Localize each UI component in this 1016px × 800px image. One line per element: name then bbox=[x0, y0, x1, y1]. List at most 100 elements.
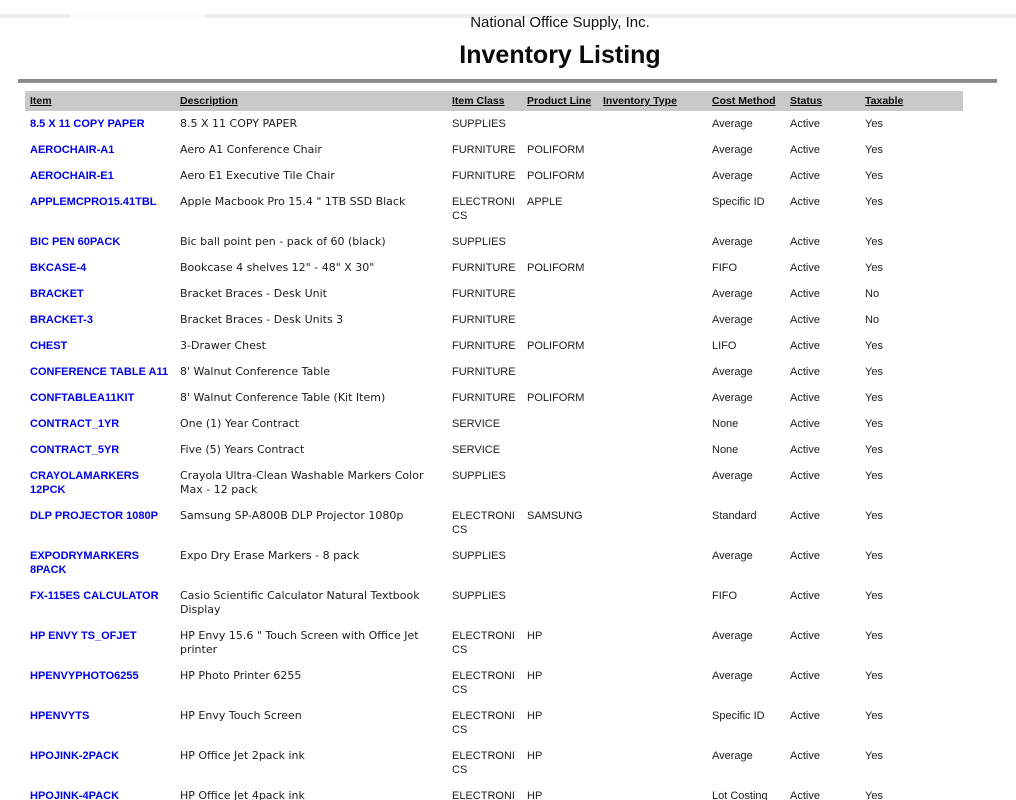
item-class-cell: SUPPLIES bbox=[452, 111, 527, 137]
column-header-item-class[interactable]: Item Class bbox=[452, 91, 527, 111]
table-row: EXPODRYMARKERS 8PACKExpo Dry Erase Marke… bbox=[25, 543, 963, 583]
item-cell[interactable]: CONTRACT_1YR bbox=[25, 411, 180, 437]
item-cell[interactable]: HP ENVY TS_OFJET bbox=[25, 623, 180, 663]
description-cell: Aero A1 Conference Chair bbox=[180, 137, 452, 163]
cost-method-cell: FIFO bbox=[712, 255, 790, 281]
product-line-cell: HP bbox=[527, 623, 603, 663]
product-line-cell: POLIFORM bbox=[527, 255, 603, 281]
item-cell[interactable]: HPENVYTS bbox=[25, 703, 180, 743]
table-row: HPENVYTSHP Envy Touch ScreenELECTRONICSH… bbox=[25, 703, 963, 743]
table-row: AEROCHAIR-E1Aero E1 Executive Tile Chair… bbox=[25, 163, 963, 189]
product-line-cell: POLIFORM bbox=[527, 137, 603, 163]
item-class-cell: FURNITURE bbox=[452, 385, 527, 411]
status-cell: Active bbox=[790, 411, 865, 437]
table-row: BRACKET-3Bracket Braces - Desk Units 3FU… bbox=[25, 307, 963, 333]
inventory-type-cell bbox=[603, 281, 712, 307]
status-cell: Active bbox=[790, 307, 865, 333]
item-class-cell: SERVICE bbox=[452, 411, 527, 437]
column-header-taxable[interactable]: Taxable bbox=[865, 91, 963, 111]
inventory-type-cell bbox=[603, 111, 712, 137]
title-divider bbox=[18, 79, 997, 83]
inventory-type-cell bbox=[603, 255, 712, 281]
status-cell: Active bbox=[790, 543, 865, 583]
cost-method-cell: None bbox=[712, 411, 790, 437]
description-cell: Bracket Braces - Desk Unit bbox=[180, 281, 452, 307]
table-row: BRACKETBracket Braces - Desk UnitFURNITU… bbox=[25, 281, 963, 307]
inventory-table-body: 8.5 X 11 COPY PAPER8.5 X 11 COPY PAPERSU… bbox=[25, 111, 963, 800]
description-cell: HP Office Jet 4pack ink bbox=[180, 783, 452, 800]
cost-method-cell: Average bbox=[712, 229, 790, 255]
description-cell: Apple Macbook Pro 15.4 " 1TB SSD Black bbox=[180, 189, 452, 229]
cost-method-cell: Average bbox=[712, 359, 790, 385]
cost-method-cell: Average bbox=[712, 623, 790, 663]
item-class-cell: SUPPLIES bbox=[452, 463, 527, 503]
item-cell[interactable]: CONFTABLEA11KIT bbox=[25, 385, 180, 411]
taxable-cell: Yes bbox=[865, 255, 963, 281]
description-cell: HP Office Jet 2pack ink bbox=[180, 743, 452, 783]
taxable-cell: Yes bbox=[865, 437, 963, 463]
cost-method-cell: Specific ID bbox=[712, 189, 790, 229]
column-header-cost-method[interactable]: Cost Method bbox=[712, 91, 790, 111]
cost-method-cell: Average bbox=[712, 307, 790, 333]
taxable-cell: Yes bbox=[865, 583, 963, 623]
item-cell[interactable]: CRAYOLAMARKERS 12PCK bbox=[25, 463, 180, 503]
item-cell[interactable]: FX-115ES CALCULATOR bbox=[25, 583, 180, 623]
item-cell[interactable]: AEROCHAIR-E1 bbox=[25, 163, 180, 189]
taxable-cell: Yes bbox=[865, 623, 963, 663]
item-cell[interactable]: HPOJINK-4PACK bbox=[25, 783, 180, 800]
product-line-cell bbox=[527, 229, 603, 255]
item-cell[interactable]: HPENVYPHOTO6255 bbox=[25, 663, 180, 703]
product-line-cell: POLIFORM bbox=[527, 163, 603, 189]
item-cell[interactable]: BRACKET bbox=[25, 281, 180, 307]
item-cell[interactable]: EXPODRYMARKERS 8PACK bbox=[25, 543, 180, 583]
item-cell[interactable]: AEROCHAIR-A1 bbox=[25, 137, 180, 163]
table-row: HPENVYPHOTO6255HP Photo Printer 6255ELEC… bbox=[25, 663, 963, 703]
product-line-cell bbox=[527, 411, 603, 437]
taxable-cell: Yes bbox=[865, 543, 963, 583]
description-cell: 3-Drawer Chest bbox=[180, 333, 452, 359]
item-cell[interactable]: CHEST bbox=[25, 333, 180, 359]
inventory-table: Item Description Item Class Product Line… bbox=[25, 91, 963, 800]
item-class-cell: FURNITURE bbox=[452, 333, 527, 359]
item-cell[interactable]: BIC PEN 60PACK bbox=[25, 229, 180, 255]
description-cell: HP Envy 15.6 " Touch Screen with Office … bbox=[180, 623, 452, 663]
item-class-cell: ELECTRONICS bbox=[452, 663, 527, 703]
inventory-type-cell bbox=[603, 463, 712, 503]
column-header-product-line[interactable]: Product Line bbox=[527, 91, 603, 111]
column-header-inventory-type[interactable]: Inventory Type bbox=[603, 91, 712, 111]
item-class-cell: ELECTRONICS bbox=[452, 623, 527, 663]
item-cell[interactable]: DLP PROJECTOR 1080P bbox=[25, 503, 180, 543]
cost-method-cell: Average bbox=[712, 463, 790, 503]
item-cell[interactable]: APPLEMCPRO15.41TBL bbox=[25, 189, 180, 229]
taxable-cell: Yes bbox=[865, 783, 963, 800]
inventory-type-cell bbox=[603, 229, 712, 255]
item-cell[interactable]: BRACKET-3 bbox=[25, 307, 180, 333]
inventory-type-cell bbox=[603, 703, 712, 743]
item-class-cell: FURNITURE bbox=[452, 359, 527, 385]
table-row: DLP PROJECTOR 1080PSamsung SP-A800B DLP … bbox=[25, 503, 963, 543]
product-line-cell: POLIFORM bbox=[527, 385, 603, 411]
description-cell: One (1) Year Contract bbox=[180, 411, 452, 437]
item-cell[interactable]: BKCASE-4 bbox=[25, 255, 180, 281]
column-header-description[interactable]: Description bbox=[180, 91, 452, 111]
cost-method-cell: Average bbox=[712, 543, 790, 583]
inventory-type-cell bbox=[603, 503, 712, 543]
table-row: FX-115ES CALCULATORCasio Scientific Calc… bbox=[25, 583, 963, 623]
item-cell[interactable]: 8.5 X 11 COPY PAPER bbox=[25, 111, 180, 137]
status-cell: Active bbox=[790, 583, 865, 623]
cost-method-cell: Average bbox=[712, 137, 790, 163]
column-header-item[interactable]: Item bbox=[25, 91, 180, 111]
column-header-status[interactable]: Status bbox=[790, 91, 865, 111]
description-cell: Samsung SP-A800B DLP Projector 1080p bbox=[180, 503, 452, 543]
item-cell[interactable]: CONFERENCE TABLE A11 bbox=[25, 359, 180, 385]
cost-method-cell: LIFO bbox=[712, 333, 790, 359]
taxable-cell: No bbox=[865, 307, 963, 333]
status-cell: Active bbox=[790, 189, 865, 229]
status-cell: Active bbox=[790, 703, 865, 743]
taxable-cell: Yes bbox=[865, 411, 963, 437]
item-cell[interactable]: HPOJINK-2PACK bbox=[25, 743, 180, 783]
item-class-cell: SERVICE bbox=[452, 437, 527, 463]
item-cell[interactable]: CONTRACT_5YR bbox=[25, 437, 180, 463]
product-line-cell: HP bbox=[527, 663, 603, 703]
product-line-cell: POLIFORM bbox=[527, 333, 603, 359]
